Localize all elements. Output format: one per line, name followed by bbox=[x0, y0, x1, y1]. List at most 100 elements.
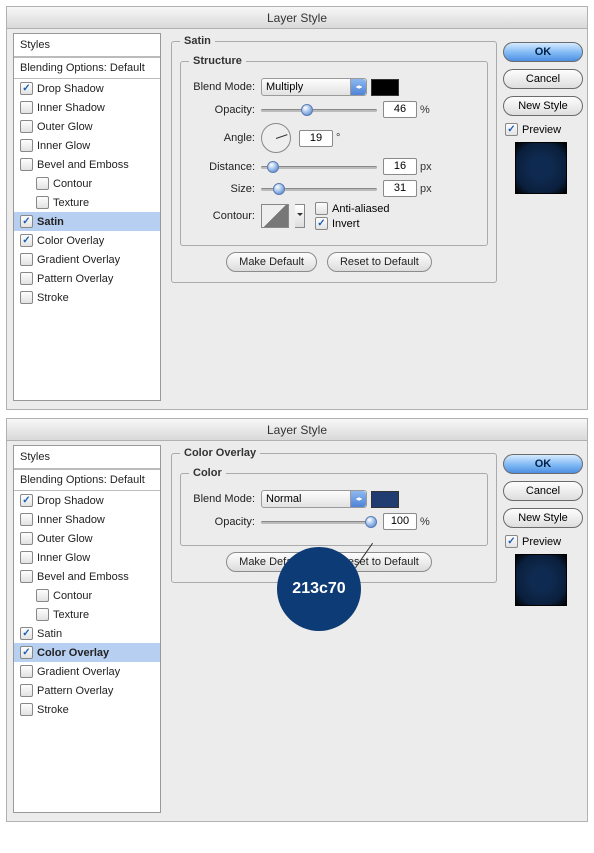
blend-mode-select[interactable]: Multiply bbox=[261, 78, 367, 96]
checkbox-icon[interactable] bbox=[20, 646, 33, 659]
style-item[interactable]: Bevel and Emboss bbox=[14, 567, 160, 586]
checkbox-icon[interactable] bbox=[20, 513, 33, 526]
checkbox-icon[interactable] bbox=[20, 120, 33, 133]
style-item[interactable]: Gradient Overlay bbox=[14, 250, 160, 269]
checkbox-icon[interactable] bbox=[20, 703, 33, 716]
style-item[interactable]: Pattern Overlay bbox=[14, 681, 160, 700]
dialog-buttons: OKCancelNew StylePreview bbox=[501, 33, 587, 401]
structure-group: StructureBlend Mode:MultiplyOpacity:46%A… bbox=[180, 55, 488, 246]
angle-input[interactable]: 19 bbox=[299, 130, 333, 147]
distance-slider[interactable] bbox=[261, 160, 377, 174]
style-item-label: Bevel and Emboss bbox=[37, 571, 129, 583]
style-item[interactable]: Inner Glow bbox=[14, 548, 160, 567]
checkbox-icon[interactable] bbox=[20, 234, 33, 247]
styles-header[interactable]: Styles bbox=[14, 446, 160, 469]
invert-checkbox[interactable] bbox=[315, 217, 328, 230]
cancel-button[interactable]: Cancel bbox=[503, 69, 583, 89]
blending-options[interactable]: Blending Options: Default bbox=[14, 469, 160, 491]
checkbox-icon[interactable] bbox=[20, 272, 33, 285]
checkbox-icon[interactable] bbox=[20, 101, 33, 114]
style-item[interactable]: Outer Glow bbox=[14, 529, 160, 548]
effect-group: SatinStructureBlend Mode:MultiplyOpacity… bbox=[171, 35, 497, 283]
checkbox-icon[interactable] bbox=[36, 589, 49, 602]
distance-input[interactable]: 16 bbox=[383, 158, 417, 175]
color-swatch[interactable] bbox=[371, 491, 399, 508]
style-item[interactable]: Contour bbox=[14, 586, 160, 605]
style-item[interactable]: Drop Shadow bbox=[14, 491, 160, 510]
checkbox-icon[interactable] bbox=[20, 291, 33, 304]
checkbox-icon[interactable] bbox=[20, 532, 33, 545]
style-item[interactable]: Inner Shadow bbox=[14, 510, 160, 529]
style-item-label: Satin bbox=[37, 216, 64, 228]
anti-aliased-checkbox[interactable] bbox=[315, 202, 328, 215]
style-item[interactable]: Drop Shadow bbox=[14, 79, 160, 98]
style-item-label: Bevel and Emboss bbox=[37, 159, 129, 171]
style-item[interactable]: Outer Glow bbox=[14, 117, 160, 136]
preview-checkbox[interactable] bbox=[505, 123, 518, 136]
style-item[interactable]: Bevel and Emboss bbox=[14, 155, 160, 174]
checkbox-icon[interactable] bbox=[20, 627, 33, 640]
checkbox-icon[interactable] bbox=[20, 215, 33, 228]
checkbox-icon[interactable] bbox=[20, 82, 33, 95]
cancel-button[interactable]: Cancel bbox=[503, 481, 583, 501]
style-item-label: Color Overlay bbox=[37, 647, 109, 659]
new-style-button[interactable]: New Style bbox=[503, 96, 583, 116]
checkbox-icon[interactable] bbox=[20, 570, 33, 583]
dialog-title: Layer Style bbox=[7, 7, 587, 29]
style-item[interactable]: Texture bbox=[14, 193, 160, 212]
styles-header[interactable]: Styles bbox=[14, 34, 160, 57]
style-item[interactable]: Satin bbox=[14, 212, 160, 231]
unit-label: px bbox=[420, 161, 432, 173]
checkbox-icon[interactable] bbox=[20, 494, 33, 507]
checkbox-icon[interactable] bbox=[20, 665, 33, 678]
make-default-button[interactable]: Make Default bbox=[226, 252, 317, 272]
blend-mode-value: Multiply bbox=[266, 81, 303, 93]
opacity-input[interactable]: 46 bbox=[383, 101, 417, 118]
effect-legend: Satin bbox=[180, 35, 215, 47]
size-slider[interactable] bbox=[261, 182, 377, 196]
style-item[interactable]: Stroke bbox=[14, 700, 160, 719]
style-item[interactable]: Texture bbox=[14, 605, 160, 624]
preview-checkbox[interactable] bbox=[505, 535, 518, 548]
opacity-slider[interactable] bbox=[261, 515, 377, 529]
size-input[interactable]: 31 bbox=[383, 180, 417, 197]
blend-mode-select[interactable]: Normal bbox=[261, 490, 367, 508]
dialog-title: Layer Style bbox=[7, 419, 587, 441]
opacity-slider[interactable] bbox=[261, 103, 377, 117]
style-item[interactable]: Contour bbox=[14, 174, 160, 193]
effect-legend: Color Overlay bbox=[180, 447, 260, 459]
opacity-input[interactable]: 100 bbox=[383, 513, 417, 530]
checkbox-icon[interactable] bbox=[36, 608, 49, 621]
style-item-label: Stroke bbox=[37, 292, 69, 304]
contour-dropdown-icon[interactable] bbox=[295, 204, 305, 228]
style-item[interactable]: Color Overlay bbox=[14, 643, 160, 662]
contour-picker[interactable] bbox=[261, 204, 289, 228]
color-swatch[interactable] bbox=[371, 79, 399, 96]
style-item-label: Contour bbox=[53, 178, 92, 190]
angle-dial[interactable] bbox=[261, 123, 291, 153]
style-item[interactable]: Stroke bbox=[14, 288, 160, 307]
checkbox-icon[interactable] bbox=[20, 684, 33, 697]
new-style-button[interactable]: New Style bbox=[503, 508, 583, 528]
ok-button[interactable]: OK bbox=[503, 454, 583, 474]
style-item[interactable]: Pattern Overlay bbox=[14, 269, 160, 288]
blend-mode-label: Blend Mode: bbox=[189, 81, 261, 93]
style-item[interactable]: Satin bbox=[14, 624, 160, 643]
ok-button[interactable]: OK bbox=[503, 42, 583, 62]
style-item[interactable]: Gradient Overlay bbox=[14, 662, 160, 681]
style-item[interactable]: Inner Shadow bbox=[14, 98, 160, 117]
checkbox-icon[interactable] bbox=[20, 139, 33, 152]
blending-options[interactable]: Blending Options: Default bbox=[14, 57, 160, 79]
checkbox-icon[interactable] bbox=[20, 551, 33, 564]
style-item[interactable]: Color Overlay bbox=[14, 231, 160, 250]
opacity-label: Opacity: bbox=[189, 516, 261, 528]
checkbox-icon[interactable] bbox=[36, 196, 49, 209]
checkbox-icon[interactable] bbox=[20, 253, 33, 266]
checkbox-icon[interactable] bbox=[36, 177, 49, 190]
structure-legend: Color bbox=[189, 467, 226, 479]
style-item[interactable]: Inner Glow bbox=[14, 136, 160, 155]
blend-mode-value: Normal bbox=[266, 493, 301, 505]
checkbox-icon[interactable] bbox=[20, 158, 33, 171]
reset-default-button[interactable]: Reset to Default bbox=[327, 252, 432, 272]
style-item-label: Texture bbox=[53, 197, 89, 209]
